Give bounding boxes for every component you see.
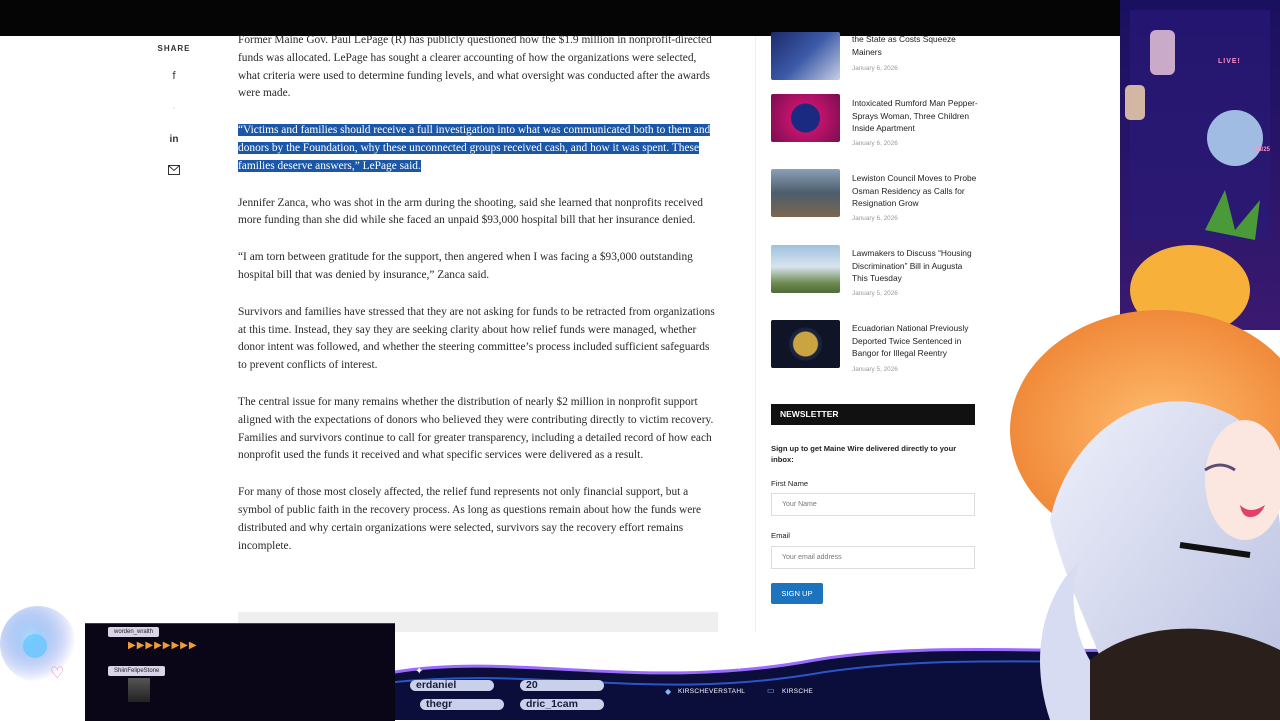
signup-button[interactable]: SIGN UP	[771, 583, 823, 604]
facebook-icon[interactable]: f	[166, 67, 182, 85]
email-field[interactable]: Your email address	[771, 546, 975, 569]
sidebar-post[interactable]: Lewiston Council Moves to Probe Osman Re…	[771, 169, 976, 239]
ticker-item: 20	[520, 680, 604, 691]
share-label: SHARE	[157, 44, 191, 53]
newsletter-description: Sign up to get Maine Wire delivered dire…	[771, 444, 957, 464]
first-name-label: First Name	[771, 479, 809, 488]
post-date: January 5, 2026	[852, 290, 898, 297]
twitter-icon[interactable]: ·	[166, 99, 182, 117]
email-label: Email	[771, 531, 790, 540]
svg-text:✦: ✦	[415, 666, 423, 677]
newsletter-heading: NEWSLETTER	[771, 404, 975, 425]
post-date: January 5, 2026	[852, 366, 898, 373]
social-handle: KIRSCHE	[782, 688, 813, 695]
ticker-item: thegr	[420, 699, 504, 710]
ticker-item: dric_1cam	[520, 699, 604, 710]
svg-text:♡: ♡	[50, 663, 64, 682]
highlighted-quote: “Victims and families should receive a f…	[238, 122, 718, 175]
post-thumbnail[interactable]	[771, 320, 840, 368]
share-column: SHARE f · in	[150, 44, 198, 181]
article-paragraph: “I am torn between gratitude for the sup…	[238, 251, 693, 281]
selected-text[interactable]: “Victims and families should receive a f…	[238, 124, 711, 172]
chat-username: ShiinFelipeStone	[108, 666, 166, 676]
post-thumbnail[interactable]	[771, 94, 840, 142]
post-thumbnail[interactable]	[771, 32, 840, 80]
ticker-item: erdaniel	[410, 680, 494, 691]
sidebar-post[interactable]: Lawmakers to Discuss “Housing Discrimina…	[771, 245, 976, 315]
post-date: January 6, 2026	[852, 215, 898, 222]
post-date: January 6, 2026	[852, 65, 898, 72]
article-paragraph: The central issue for many remains wheth…	[238, 395, 714, 462]
article-paragraph: Jennifer Zanca, who was shot in the arm …	[238, 196, 703, 227]
post-date: January 6, 2026	[852, 140, 898, 147]
sidebar-post[interactable]: Ecuadorian National Previously Deported …	[771, 320, 976, 390]
svg-text:✦: ✦	[735, 662, 743, 673]
chat-image	[128, 678, 150, 702]
email-icon[interactable]	[166, 163, 182, 181]
vtuber-avatar	[1010, 0, 1280, 720]
chat-username: worden_wralth	[108, 627, 160, 637]
sidebar-post[interactable]: Intoxicated Rumford Man Pepper-Sprays Wo…	[771, 94, 978, 164]
post-title[interactable]: Lewiston Council Moves to Probe Osman Re…	[852, 172, 978, 210]
post-thumbnail[interactable]	[771, 169, 840, 217]
post-title[interactable]: Ecuadorian National Previously Deported …	[852, 322, 978, 360]
article-paragraph: Survivors and families have stressed tha…	[238, 305, 715, 372]
social-handle: KIRSCHEVERSTAHL	[678, 688, 746, 695]
svg-text:✦: ✦	[810, 632, 818, 640]
article-body: Former Maine Gov. Paul LePage (R) has pu…	[238, 32, 718, 574]
first-name-field[interactable]: Your Name	[771, 493, 975, 516]
chat-message: ▶▶▶▶▶▶▶▶	[128, 640, 198, 651]
sidebar-post[interactable]: the State as Costs Squeeze Mainers Janua…	[771, 32, 976, 102]
article-paragraph: Former Maine Gov. Paul LePage (R) has pu…	[238, 34, 712, 100]
post-title[interactable]: Intoxicated Rumford Man Pepper-Sprays Wo…	[852, 97, 978, 135]
chat-bubble-icon: ▭	[767, 686, 775, 695]
viewer-counter: 58/25	[1255, 147, 1271, 153]
column-divider	[755, 36, 756, 636]
post-title[interactable]: Lawmakers to Discuss “Housing Discrimina…	[852, 247, 978, 285]
twitter-icon: ◆	[665, 687, 672, 696]
linkedin-icon[interactable]: in	[166, 131, 182, 149]
article-paragraph: For many of those most closely affected,…	[238, 486, 702, 552]
post-thumbnail[interactable]	[771, 245, 840, 293]
live-indicator: LIVE!	[1218, 58, 1241, 65]
post-title[interactable]: the State as Costs Squeeze Mainers	[852, 33, 978, 58]
